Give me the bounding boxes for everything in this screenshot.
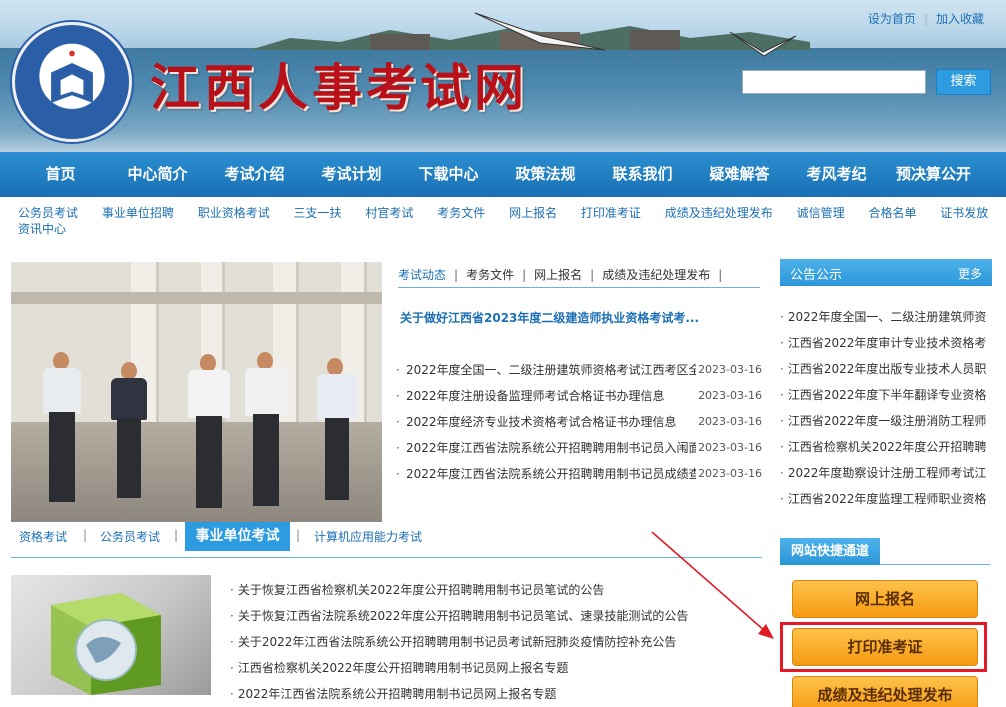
subnav-item[interactable]: 网上报名	[509, 205, 557, 221]
set-homepage-link[interactable]: 设为首页	[868, 12, 916, 26]
red-arrow-annotation	[651, 531, 774, 639]
site-logo[interactable]	[12, 22, 132, 142]
subnav-item[interactable]: 考务文件	[437, 205, 485, 221]
list-item[interactable]: · 2022年度江西省法院系统公开招聘聘用制书记员入闱面 2023-03-16	[396, 440, 762, 466]
list-item[interactable]: · 2022年度江西省法院系统公开招聘聘用制书记员成绩查 2023-03-16	[396, 466, 762, 492]
subnav-item[interactable]: 成绩及违纪处理发布	[665, 205, 773, 221]
subnav-item[interactable]: 打印准考证	[581, 205, 641, 221]
header-banner: 江西人事考试网 设为首页 | 加入收藏 搜索	[0, 0, 1006, 152]
news-tabs: 考试动态 | 考务文件 | 网上报名 | 成绩及违纪处理发布 |	[398, 266, 760, 288]
subnav-item[interactable]: 事业单位招聘	[102, 205, 174, 221]
tab-exam-news[interactable]: 考试动态	[398, 266, 446, 283]
nav-item-faq[interactable]: 疑难解答	[691, 152, 788, 197]
nav-item-exam-intro[interactable]: 考试介绍	[206, 152, 303, 197]
nav-item-about[interactable]: 中心简介	[109, 152, 206, 197]
news-headline[interactable]: 关于做好江西省2023年度二级建造师执业资格考试考...	[400, 309, 760, 326]
main-nav: 首页 中心简介 考试介绍 考试计划 下载中心 政策法规 联系我们 疑难解答 考风…	[0, 152, 1006, 197]
nav-item-contact[interactable]: 联系我们	[594, 152, 691, 197]
quick-access-title: 网站快捷通道	[780, 538, 880, 565]
tab-public-institution-exam[interactable]: 事业单位考试	[185, 522, 290, 551]
nav-item-discipline[interactable]: 考风考纪	[788, 152, 885, 197]
add-favorite-link[interactable]: 加入收藏	[936, 12, 984, 26]
nav-item-policy[interactable]: 政策法规	[497, 152, 594, 197]
tab-qualification-exam[interactable]: 资格考试	[19, 528, 67, 545]
tab-computer-skills-exam[interactable]: 计算机应用能力考试	[314, 528, 422, 545]
notice-header: 公告公示 更多	[780, 259, 992, 286]
tab-online-registration[interactable]: 网上报名	[534, 266, 582, 283]
subnav-item[interactable]: 公务员考试	[18, 205, 78, 221]
globe-cube-image[interactable]	[11, 575, 211, 695]
highlight-annotation	[780, 622, 987, 672]
list-item[interactable]: · 江西省检察机关2022年度公开招聘聘用制书记员网上报名专题	[230, 660, 750, 686]
list-item[interactable]: · 2022年度全国一、二级注册建筑师资格考试江西考区全 2023-03-16	[396, 362, 762, 388]
online-registration-button[interactable]: 网上报名	[792, 580, 978, 618]
top-links: 设为首页 | 加入收藏	[867, 12, 984, 26]
nav-item-exam-plan[interactable]: 考试计划	[303, 152, 400, 197]
more-link[interactable]: 更多	[958, 265, 982, 282]
site-title: 江西人事考试网	[150, 58, 528, 117]
search-input[interactable]	[742, 70, 926, 94]
emblem-icon	[51, 50, 93, 103]
notice-title: 公告公示	[790, 268, 843, 283]
search-button[interactable]: 搜索	[936, 69, 991, 95]
nav-item-downloads[interactable]: 下载中心	[400, 152, 497, 197]
nav-item-home[interactable]: 首页	[12, 152, 109, 197]
subnav-item[interactable]: 职业资格考试	[198, 205, 270, 221]
cube-globe-icon	[51, 593, 161, 695]
nav-item-budget[interactable]: 预决算公开	[885, 152, 982, 197]
news-list: · 2022年度全国一、二级注册建筑师资格考试江西考区全 2023-03-16 · 2…	[396, 362, 762, 492]
list-item[interactable]: · 江西省2022年度监理工程师职业资格	[780, 491, 986, 517]
subnav-item[interactable]: 村官考试	[365, 205, 413, 221]
list-item[interactable]: · 江西省2022年度审计专业技术资格考	[780, 335, 986, 361]
list-item[interactable]: · 2022年度勘察设计注册工程师考试江	[780, 465, 986, 491]
news-photo[interactable]	[11, 262, 382, 522]
list-item[interactable]: · 2022年度经济专业技术资格考试合格证书办理信息 2023-03-16	[396, 414, 762, 440]
sub-nav: 公务员考试 事业单位招聘 职业资格考试 三支一扶 村官考试 考务文件 网上报名 …	[0, 197, 1006, 245]
list-item[interactable]: · 2022年度全国一、二级注册建筑师资	[780, 309, 986, 335]
list-item[interactable]: · 江西省检察机关2022年度公开招聘聘	[780, 439, 986, 465]
list-item[interactable]: · 2022年度注册设备监理师考试合格证书办理信息 2023-03-16	[396, 388, 762, 414]
subnav-item[interactable]: 合格名单	[868, 205, 916, 221]
tab-exam-docs[interactable]: 考务文件	[466, 266, 514, 283]
notice-list: · 2022年度全国一、二级注册建筑师资 · 江西省2022年度审计专业技术资格考 …	[780, 309, 986, 517]
list-item[interactable]: · 江西省2022年度出版专业技术人员职	[780, 361, 986, 387]
subnav-item[interactable]: 证书发放	[940, 205, 988, 221]
flying-bird-image	[729, 31, 797, 57]
tab-results[interactable]: 成绩及违纪处理发布	[602, 266, 710, 283]
divider	[880, 564, 990, 565]
subnav-item[interactable]: 三支一扶	[294, 205, 342, 221]
list-item[interactable]: · 江西省2022年度一级注册消防工程师	[780, 413, 986, 439]
results-discipline-button[interactable]: 成绩及违纪处理发布	[792, 676, 978, 707]
subnav-item[interactable]: 诚信管理	[797, 205, 845, 221]
list-item[interactable]: · 江西省2022年度下半年翻译专业资格	[780, 387, 986, 413]
list-item[interactable]: · 2022年江西省法院系统公开招聘聘用制书记员网上报名专题	[230, 686, 750, 707]
subnav-item-news-center[interactable]: 资讯中心	[18, 221, 66, 237]
tab-civil-service-exam[interactable]: 公务员考试	[100, 528, 160, 545]
